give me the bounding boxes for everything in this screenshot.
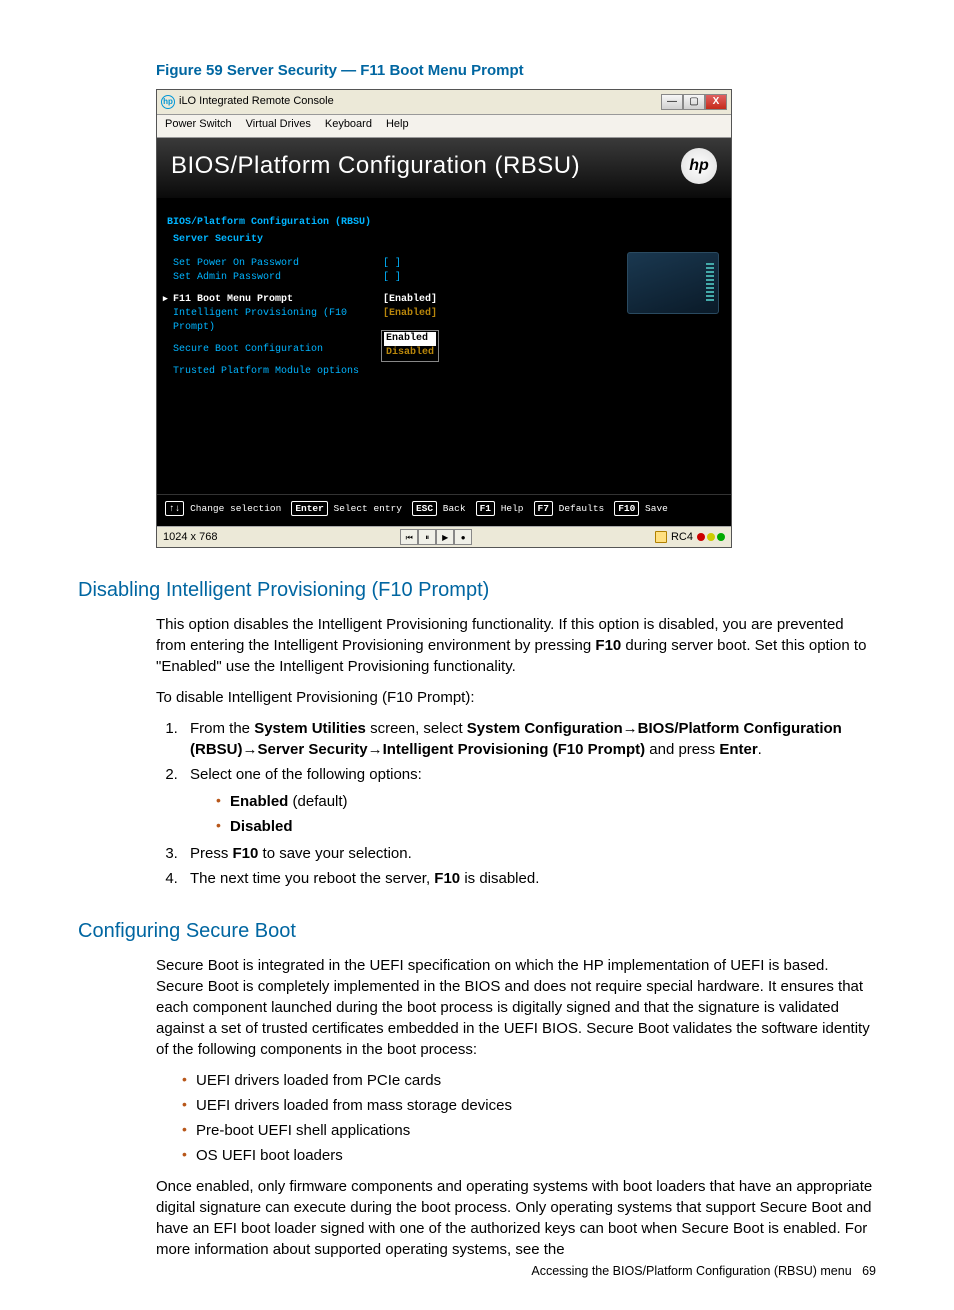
key-label: Defaults <box>559 503 605 514</box>
page-footer: Accessing the BIOS/Platform Configuratio… <box>531 1263 876 1281</box>
list-item: Disabled <box>216 816 876 837</box>
window-title: iLO Integrated Remote Console <box>179 94 334 109</box>
bios-row-value: [Enabled] <box>383 293 437 307</box>
status-dot-icon <box>697 533 705 541</box>
list-item: Pre-boot UEFI shell applications <box>182 1120 876 1141</box>
dropdown-option-disabled[interactable]: Disabled <box>384 346 436 360</box>
section-heading-2: Configuring Secure Boot <box>78 917 876 945</box>
key-f1-icon: F1 <box>476 501 495 516</box>
bios-row-label[interactable]: Secure Boot Configuration <box>173 343 383 357</box>
list-item: OS UEFI boot loaders <box>182 1145 876 1166</box>
bios-row-value: [ ] <box>383 257 401 271</box>
figure-caption: Figure 59 Server Security — F11 Boot Men… <box>156 60 876 81</box>
key-f10-icon: F10 <box>614 501 639 516</box>
lock-icon <box>655 531 667 543</box>
list-item: The next time you reboot the server, F10… <box>182 868 876 889</box>
selection-arrow-icon: ▸ <box>163 293 168 306</box>
key-label: Select entry <box>334 503 402 514</box>
list-item: UEFI drivers loaded from PCIe cards <box>182 1070 876 1091</box>
window-statusbar: 1024 x 768 ⏮ ⏸ ▶ ● RC4 <box>157 526 731 547</box>
bios-row-label[interactable]: F11 Boot Menu Prompt <box>173 293 383 307</box>
bios-breadcrumb-2: Server Security <box>173 233 721 247</box>
list-item: Enabled (default) <box>216 791 876 812</box>
status-dot-icon <box>717 533 725 541</box>
status-encryption: RC4 <box>671 530 693 545</box>
hp-logo-icon: hp <box>681 148 717 184</box>
list-item: Press F10 to save your selection. <box>182 843 876 864</box>
key-label: Change selection <box>190 503 281 514</box>
section-heading-1: Disabling Intelligent Provisioning (F10 … <box>78 576 876 604</box>
maximize-button[interactable]: ▢ <box>683 94 705 110</box>
screenshot-window: hp iLO Integrated Remote Console — ▢ X P… <box>156 89 732 548</box>
bios-row-label[interactable]: Intelligent Provisioning (F10 Prompt) <box>173 307 383 335</box>
menu-virtual-drives[interactable]: Virtual Drives <box>246 117 311 135</box>
sb-btn[interactable]: ▶ <box>436 529 454 545</box>
server-image <box>627 252 719 314</box>
bullet-list: UEFI drivers loaded from PCIe cards UEFI… <box>156 1070 876 1166</box>
key-label: Save <box>645 503 668 514</box>
steps-list: From the System Utilities screen, select… <box>156 718 876 889</box>
menu-keyboard[interactable]: Keyboard <box>325 117 372 135</box>
bios-body: BIOS/Platform Configuration (RBSU) Serve… <box>157 198 731 494</box>
key-f7-icon: F7 <box>534 501 553 516</box>
list-item: UEFI drivers loaded from mass storage de… <box>182 1095 876 1116</box>
bios-row-label[interactable]: Set Power On Password <box>173 257 383 271</box>
bios-footer-keys: ↑↓ Change selection Enter Select entry E… <box>157 494 731 526</box>
minimize-button[interactable]: — <box>661 94 683 110</box>
para: Secure Boot is integrated in the UEFI sp… <box>156 955 876 1060</box>
sb-btn[interactable]: ⏸ <box>418 529 436 545</box>
bios-dropdown[interactable]: Enabled Disabled <box>381 330 439 362</box>
menu-help[interactable]: Help <box>386 117 409 135</box>
bios-banner-title: BIOS/Platform Configuration (RBSU) <box>171 149 580 183</box>
sb-btn[interactable]: ⏮ <box>400 529 418 545</box>
key-arrows-icon: ↑↓ <box>165 501 184 516</box>
key-enter-icon: Enter <box>291 501 328 516</box>
bios-breadcrumb-1: BIOS/Platform Configuration (RBSU) <box>167 216 721 230</box>
list-item: Select one of the following options: Ena… <box>182 764 876 837</box>
bios-row-label[interactable]: Set Admin Password <box>173 271 383 285</box>
key-esc-icon: ESC <box>412 501 437 516</box>
key-label: Help <box>501 503 524 514</box>
status-resolution: 1024 x 768 <box>163 530 217 545</box>
bios-row-value: [ ] <box>383 271 401 285</box>
menu-power-switch[interactable]: Power Switch <box>165 117 232 135</box>
status-dot-icon <box>707 533 715 541</box>
bios-row-label[interactable]: Trusted Platform Module options <box>173 365 383 379</box>
list-item: From the System Utilities screen, select… <box>182 718 876 760</box>
key-label: Back <box>443 503 466 514</box>
bios-banner: BIOS/Platform Configuration (RBSU) hp <box>157 138 731 198</box>
para: Once enabled, only firmware components a… <box>156 1176 876 1260</box>
hp-small-icon: hp <box>161 95 175 109</box>
window-menubar: Power Switch Virtual Drives Keyboard Hel… <box>157 115 731 138</box>
dropdown-option-enabled[interactable]: Enabled <box>384 332 436 346</box>
close-button[interactable]: X <box>705 94 727 110</box>
window-titlebar: hp iLO Integrated Remote Console — ▢ X <box>157 90 731 115</box>
para: To disable Intelligent Provisioning (F10… <box>156 687 876 708</box>
sb-btn[interactable]: ● <box>454 529 472 545</box>
para: This option disables the Intelligent Pro… <box>156 614 876 677</box>
